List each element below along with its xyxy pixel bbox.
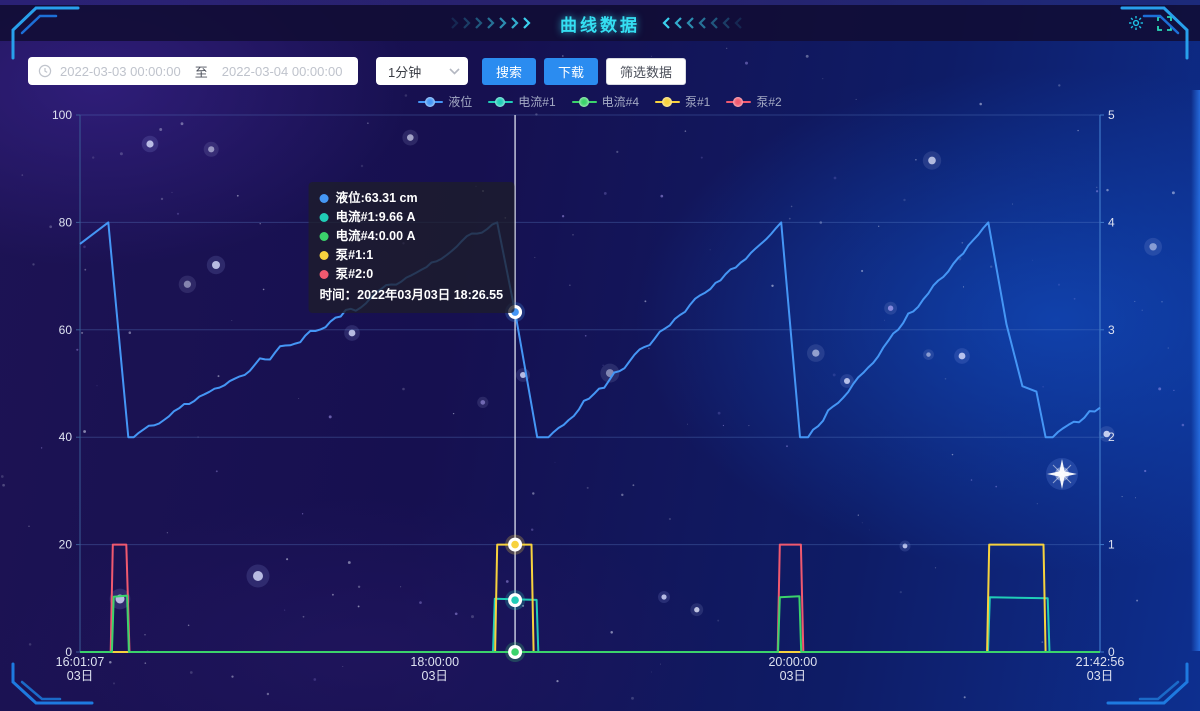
chart-area[interactable]: 02040608010001234516:01:0703日18:00:0003日… bbox=[0, 0, 1200, 711]
x-tick-time-label: 20:00:00 bbox=[768, 655, 817, 669]
series-line bbox=[80, 597, 1100, 652]
marker-dot bbox=[511, 308, 519, 316]
series-line bbox=[80, 596, 1100, 652]
marker-dot bbox=[511, 596, 519, 604]
x-tick-time-label: 16:01:07 bbox=[56, 655, 105, 669]
y-right-tick-label: 3 bbox=[1108, 323, 1115, 337]
y-right-tick-label: 5 bbox=[1108, 108, 1115, 122]
marker-dot bbox=[511, 648, 519, 656]
series-line bbox=[80, 545, 1100, 652]
y-left-tick-label: 60 bbox=[59, 323, 73, 337]
curve-data-dashboard: { "header": { "title": "曲线数据" }, "contro… bbox=[0, 0, 1200, 711]
y-right-tick-label: 2 bbox=[1108, 430, 1115, 444]
y-right-tick-label: 1 bbox=[1108, 538, 1115, 552]
x-tick-date-label: 03日 bbox=[422, 669, 448, 683]
y-left-tick-label: 80 bbox=[59, 215, 73, 229]
y-right-tick-label: 4 bbox=[1108, 215, 1115, 229]
y-left-tick-label: 40 bbox=[59, 430, 73, 444]
x-tick-date-label: 03日 bbox=[1087, 669, 1113, 683]
x-tick-time-label: 21:42:56 bbox=[1076, 655, 1125, 669]
series-line bbox=[80, 545, 1100, 652]
x-tick-time-label: 18:00:00 bbox=[410, 655, 459, 669]
y-left-tick-label: 20 bbox=[59, 538, 73, 552]
x-tick-date-label: 03日 bbox=[67, 669, 93, 683]
x-tick-date-label: 03日 bbox=[780, 669, 806, 683]
marker-dot bbox=[511, 541, 519, 549]
y-left-tick-label: 100 bbox=[52, 108, 72, 122]
